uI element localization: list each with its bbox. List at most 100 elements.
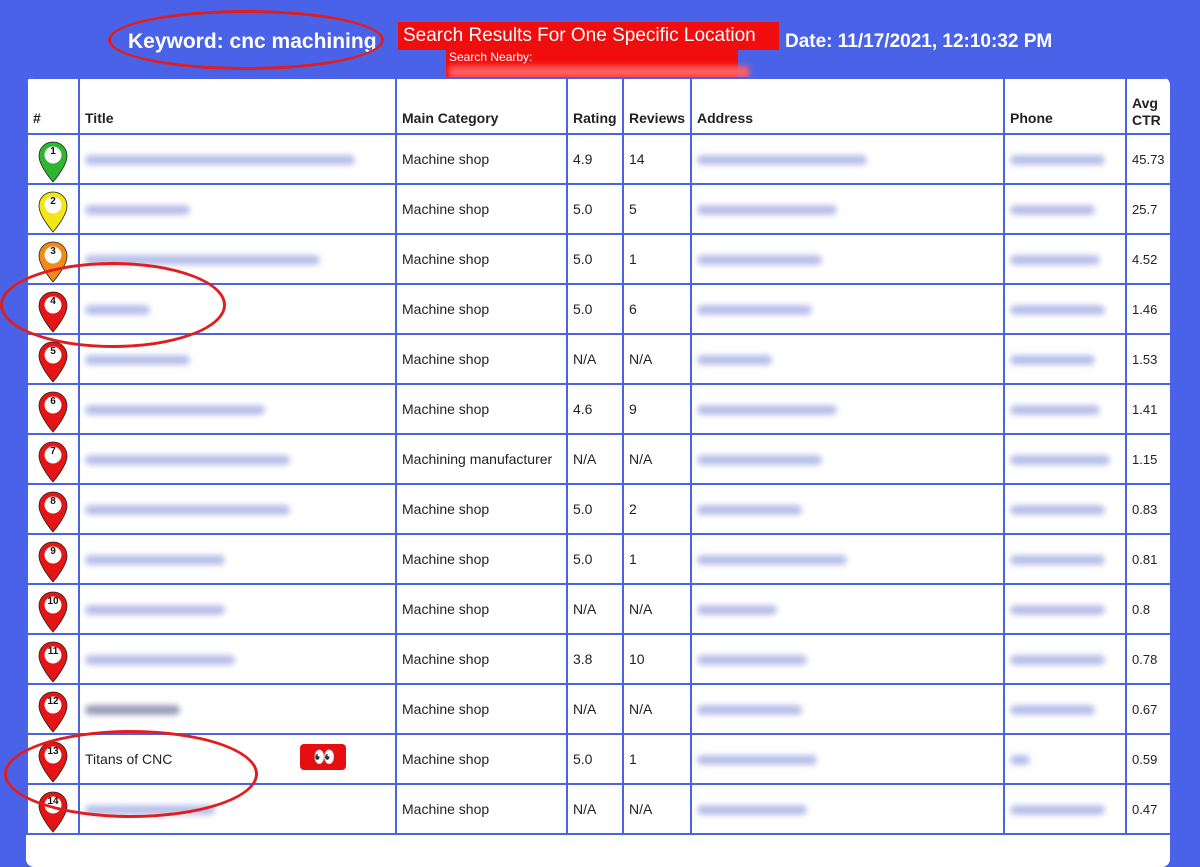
redacted-phone bbox=[1010, 405, 1100, 416]
table-row[interactable]: 1 Machine shop 4.9 14 45.73 bbox=[26, 133, 1170, 185]
category-cell: Machine shop bbox=[395, 533, 568, 585]
reviews-cell: 10 bbox=[622, 633, 692, 685]
title-cell[interactable] bbox=[78, 483, 397, 535]
title-cell[interactable] bbox=[78, 583, 397, 635]
results-table: # Title Main Category Rating Reviews Add… bbox=[26, 77, 1170, 835]
address-cell bbox=[690, 133, 1005, 185]
redacted-phone bbox=[1010, 305, 1105, 316]
col-header-rating[interactable]: Rating bbox=[566, 77, 624, 135]
phone-cell bbox=[1003, 733, 1127, 785]
table-row[interactable]: 7 Machining manufacturer N/A N/A 1.15 bbox=[26, 433, 1170, 485]
redacted-address bbox=[697, 805, 807, 816]
search-nearby-label: Search Nearby: bbox=[449, 50, 533, 64]
address-cell bbox=[690, 333, 1005, 385]
col-header-address[interactable]: Address bbox=[690, 77, 1005, 135]
rating-cell: N/A bbox=[566, 683, 624, 735]
redacted-title bbox=[85, 655, 235, 666]
category-cell: Machine shop bbox=[395, 183, 568, 235]
rank-number: 6 bbox=[50, 396, 56, 407]
rank-pin-cell: 6 bbox=[26, 383, 80, 435]
address-cell bbox=[690, 383, 1005, 435]
col-header-title[interactable]: Title bbox=[78, 77, 397, 135]
rating-cell: 5.0 bbox=[566, 233, 624, 285]
phone-cell bbox=[1003, 183, 1127, 235]
redacted-title bbox=[85, 455, 290, 466]
address-cell bbox=[690, 183, 1005, 235]
redacted-phone bbox=[1010, 505, 1105, 516]
redacted-address bbox=[697, 605, 777, 616]
phone-cell bbox=[1003, 133, 1127, 185]
avg-ctr-cell: 1.15 bbox=[1125, 433, 1170, 485]
rating-cell: N/A bbox=[566, 333, 624, 385]
reviews-cell: N/A bbox=[622, 683, 692, 735]
rating-cell: N/A bbox=[566, 583, 624, 635]
table-row[interactable]: 5 Machine shop N/A N/A 1.53 bbox=[26, 333, 1170, 385]
col-header-avg-ctr[interactable]: Avg CTR bbox=[1125, 77, 1170, 135]
title-cell[interactable] bbox=[78, 383, 397, 435]
table-row[interactable]: 12 Machine shop N/A N/A 0.67 bbox=[26, 683, 1170, 735]
row-4-highlight-ellipse bbox=[0, 262, 226, 348]
rating-cell: 5.0 bbox=[566, 533, 624, 585]
avg-ctr-cell: 0.81 bbox=[1125, 533, 1170, 585]
category-cell: Machine shop bbox=[395, 133, 568, 185]
redacted-phone bbox=[1010, 755, 1030, 766]
rank-pin-cell: 9 bbox=[26, 533, 80, 585]
title-cell[interactable] bbox=[78, 633, 397, 685]
avg-ctr-cell: 0.67 bbox=[1125, 683, 1170, 735]
redacted-address bbox=[697, 255, 822, 266]
category-cell: Machine shop bbox=[395, 633, 568, 685]
redacted-phone bbox=[1010, 705, 1095, 716]
category-cell: Machine shop bbox=[395, 683, 568, 735]
rating-cell: 4.6 bbox=[566, 383, 624, 435]
table-row[interactable]: 8 Machine shop 5.0 2 0.83 bbox=[26, 483, 1170, 535]
title-cell[interactable] bbox=[78, 133, 397, 185]
category-cell: Machining manufacturer bbox=[395, 433, 568, 485]
rank-number: 9 bbox=[50, 546, 56, 557]
rank-number: 2 bbox=[50, 196, 56, 207]
redacted-title bbox=[85, 505, 290, 516]
category-cell: Machine shop bbox=[395, 733, 568, 785]
rank-number: 8 bbox=[50, 496, 56, 507]
category-cell: Machine shop bbox=[395, 233, 568, 285]
table-row[interactable]: 11 Machine shop 3.8 10 0.78 bbox=[26, 633, 1170, 685]
title-cell[interactable] bbox=[78, 683, 397, 735]
reviews-cell: N/A bbox=[622, 583, 692, 635]
avg-ctr-cell: 0.83 bbox=[1125, 483, 1170, 535]
rank-pin-cell: 11 bbox=[26, 633, 80, 685]
avg-ctr-cell: 4.52 bbox=[1125, 233, 1170, 285]
col-header-phone[interactable]: Phone bbox=[1003, 77, 1127, 135]
redacted-address bbox=[697, 555, 847, 566]
rank-pin-cell: 1 bbox=[26, 133, 80, 185]
table-row[interactable]: 9 Machine shop 5.0 1 0.81 bbox=[26, 533, 1170, 585]
category-cell: Machine shop bbox=[395, 383, 568, 435]
avg-ctr-cell: 45.73 bbox=[1125, 133, 1170, 185]
title-cell[interactable] bbox=[78, 183, 397, 235]
rank-pin-cell: 2 bbox=[26, 183, 80, 235]
rating-cell: 5.0 bbox=[566, 733, 624, 785]
redacted-address bbox=[697, 755, 817, 766]
address-cell bbox=[690, 783, 1005, 835]
table-row[interactable]: 10 Machine shop N/A N/A 0.8 bbox=[26, 583, 1170, 635]
redacted-address bbox=[697, 405, 837, 416]
phone-cell bbox=[1003, 633, 1127, 685]
table-header-row: # Title Main Category Rating Reviews Add… bbox=[26, 77, 1170, 135]
reviews-cell: 6 bbox=[622, 283, 692, 335]
category-cell: Machine shop bbox=[395, 283, 568, 335]
col-header-reviews[interactable]: Reviews bbox=[622, 77, 692, 135]
rating-cell: 3.8 bbox=[566, 633, 624, 685]
col-header-category[interactable]: Main Category bbox=[395, 77, 568, 135]
title-cell[interactable] bbox=[78, 533, 397, 585]
address-cell bbox=[690, 533, 1005, 585]
avg-ctr-cell: 1.53 bbox=[1125, 333, 1170, 385]
category-cell: Machine shop bbox=[395, 583, 568, 635]
rating-cell: 5.0 bbox=[566, 483, 624, 535]
col-header-rank[interactable]: # bbox=[26, 77, 80, 135]
table-row[interactable]: 6 Machine shop 4.6 9 1.41 bbox=[26, 383, 1170, 435]
reviews-cell: N/A bbox=[622, 783, 692, 835]
address-cell bbox=[690, 433, 1005, 485]
redacted-phone bbox=[1010, 205, 1095, 216]
title-cell[interactable] bbox=[78, 433, 397, 485]
avg-ctr-cell: 25.7 bbox=[1125, 183, 1170, 235]
address-cell bbox=[690, 233, 1005, 285]
table-row[interactable]: 2 Machine shop 5.0 5 25.7 bbox=[26, 183, 1170, 235]
